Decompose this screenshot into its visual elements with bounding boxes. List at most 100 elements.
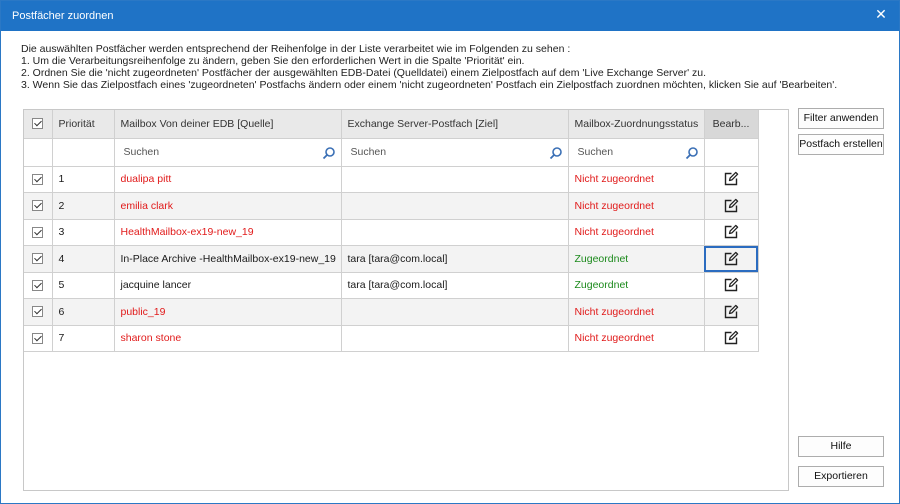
table-row[interactable]: 3 HealthMailbox-ex19-new_19 Nicht zugeor…	[24, 219, 759, 246]
row-checkbox[interactable]	[32, 226, 43, 238]
select-all-header[interactable]	[24, 110, 53, 139]
row-checkbox[interactable]	[32, 332, 43, 344]
column-header-source[interactable]: Mailbox Von deiner EDB [Quelle]	[114, 110, 342, 139]
row-target-mailbox	[341, 192, 569, 220]
header-row: Priorität Mailbox Von deiner EDB [Quelle…	[24, 110, 759, 139]
row-status: Zugeordnet	[568, 272, 705, 299]
row-source-mailbox: public_19	[114, 298, 342, 326]
row-status: Nicht zugeordnet	[568, 166, 705, 193]
row-checkbox-cell[interactable]	[24, 245, 53, 273]
search-status-field[interactable]: Suchen	[568, 138, 705, 167]
row-target-mailbox	[341, 298, 569, 326]
row-target-mailbox: tara [tara@com.local]	[341, 245, 569, 273]
instruction-line: Die auswählten Postfächer werden entspre…	[21, 43, 571, 55]
search-target-placeholder: Suchen	[350, 146, 387, 158]
row-status: Nicht zugeordnet	[568, 219, 705, 246]
row-priority[interactable]: 3	[52, 219, 115, 246]
row-checkbox-cell[interactable]	[24, 272, 53, 299]
row-target-mailbox: tara [tara@com.local]	[341, 272, 569, 299]
title-bar: Postfächer zuordnen ✕	[1, 1, 899, 31]
search-target-field[interactable]: Suchen	[341, 138, 569, 167]
row-checkbox[interactable]	[32, 279, 43, 291]
edit-icon[interactable]	[723, 277, 739, 293]
row-edit-cell[interactable]	[704, 192, 759, 220]
edit-icon[interactable]	[723, 171, 739, 187]
column-header-target[interactable]: Exchange Server-Postfach [Ziel]	[341, 110, 569, 139]
instructions: Die auswählten Postfächer werden entspre…	[21, 43, 881, 91]
search-row: Suchen Suchen Suchen	[24, 138, 759, 167]
row-checkbox-cell[interactable]	[24, 219, 53, 246]
select-all-checkbox[interactable]	[32, 118, 43, 130]
column-header-status[interactable]: Mailbox-Zuordnungsstatus	[568, 110, 705, 139]
export-button[interactable]: Exportieren	[798, 466, 884, 487]
help-button[interactable]: Hilfe	[798, 436, 884, 457]
create-mailbox-button[interactable]: Postfach erstellen	[798, 134, 884, 155]
search-status-placeholder: Suchen	[577, 146, 614, 158]
edit-icon[interactable]	[723, 330, 739, 346]
table-row[interactable]: 7 sharon stone Nicht zugeordnet	[24, 325, 759, 352]
row-source-mailbox: sharon stone	[114, 325, 342, 352]
column-header-priority[interactable]: Priorität	[52, 110, 115, 139]
row-edit-cell[interactable]	[704, 166, 759, 193]
row-priority[interactable]: 2	[52, 192, 115, 220]
row-source-mailbox: HealthMailbox-ex19-new_19	[114, 219, 342, 246]
row-edit-cell[interactable]	[704, 219, 759, 246]
window-title: Postfächer zuordnen	[12, 10, 114, 22]
instruction-line: 1. Um die Verarbeitungsreihenfolge zu än…	[21, 55, 525, 67]
row-priority[interactable]: 1	[52, 166, 115, 193]
table-row[interactable]: 1 dualipa pitt Nicht zugeordnet	[24, 166, 759, 193]
row-priority[interactable]: 7	[52, 325, 115, 352]
column-header-edit[interactable]: Bearb...	[704, 110, 759, 139]
row-target-mailbox	[341, 219, 569, 246]
edit-icon[interactable]	[723, 251, 739, 267]
search-icon[interactable]	[549, 146, 563, 160]
row-status: Nicht zugeordnet	[568, 298, 705, 326]
row-source-mailbox: jacquine lancer	[114, 272, 342, 299]
row-checkbox[interactable]	[32, 200, 43, 212]
search-row-spacer	[24, 138, 53, 167]
row-source-mailbox: dualipa pitt	[114, 166, 342, 193]
row-edit-cell[interactable]	[704, 298, 759, 326]
search-row-spacer	[704, 138, 759, 167]
row-checkbox[interactable]	[32, 173, 43, 185]
instruction-line: 3. Wenn Sie das Zielpostfach eines 'zuge…	[21, 79, 838, 91]
row-edit-cell[interactable]	[704, 272, 759, 299]
mailbox-grid: Priorität Mailbox Von deiner EDB [Quelle…	[23, 109, 789, 491]
table-row[interactable]: 6 public_19 Nicht zugeordnet	[24, 298, 759, 326]
close-icon[interactable]: ✕	[873, 6, 889, 22]
search-icon[interactable]	[685, 146, 699, 160]
row-checkbox-cell[interactable]	[24, 166, 53, 193]
row-target-mailbox	[341, 325, 569, 352]
row-checkbox-cell[interactable]	[24, 298, 53, 326]
row-status: Nicht zugeordnet	[568, 325, 705, 352]
search-source-field[interactable]: Suchen	[114, 138, 342, 167]
row-priority[interactable]: 4	[52, 245, 115, 273]
row-checkbox[interactable]	[32, 253, 43, 265]
row-priority[interactable]: 6	[52, 298, 115, 326]
row-status: Zugeordnet	[568, 245, 705, 273]
edit-icon[interactable]	[723, 304, 739, 320]
map-mailboxes-dialog: Postfächer zuordnen ✕ Die auswählten Pos…	[0, 0, 900, 504]
table-row[interactable]: 4 In-Place Archive -HealthMailbox-ex19-n…	[24, 245, 759, 273]
instruction-line: 2. Ordnen Sie die 'nicht zugeordneten' P…	[21, 67, 707, 79]
row-priority[interactable]: 5	[52, 272, 115, 299]
table-row[interactable]: 2 emilia clark Nicht zugeordnet	[24, 192, 759, 220]
edit-icon[interactable]	[723, 198, 739, 214]
mailbox-table: Priorität Mailbox Von deiner EDB [Quelle…	[24, 110, 759, 352]
search-icon[interactable]	[322, 146, 336, 160]
row-edit-cell[interactable]	[704, 245, 759, 273]
row-status: Nicht zugeordnet	[568, 192, 705, 220]
table-row[interactable]: 5 jacquine lancer tara [tara@com.local] …	[24, 272, 759, 299]
row-source-mailbox: In-Place Archive -HealthMailbox-ex19-new…	[114, 245, 342, 273]
mailbox-rows: 1 dualipa pitt Nicht zugeordnet 2 emilia…	[24, 166, 759, 352]
search-row-spacer	[52, 138, 115, 167]
row-checkbox-cell[interactable]	[24, 325, 53, 352]
filter-button[interactable]: Filter anwenden	[798, 108, 884, 129]
row-checkbox-cell[interactable]	[24, 192, 53, 220]
edit-icon[interactable]	[723, 224, 739, 240]
row-edit-cell[interactable]	[704, 325, 759, 352]
row-checkbox[interactable]	[32, 306, 43, 318]
search-source-placeholder: Suchen	[123, 146, 160, 158]
row-source-mailbox: emilia clark	[114, 192, 342, 220]
row-target-mailbox	[341, 166, 569, 193]
